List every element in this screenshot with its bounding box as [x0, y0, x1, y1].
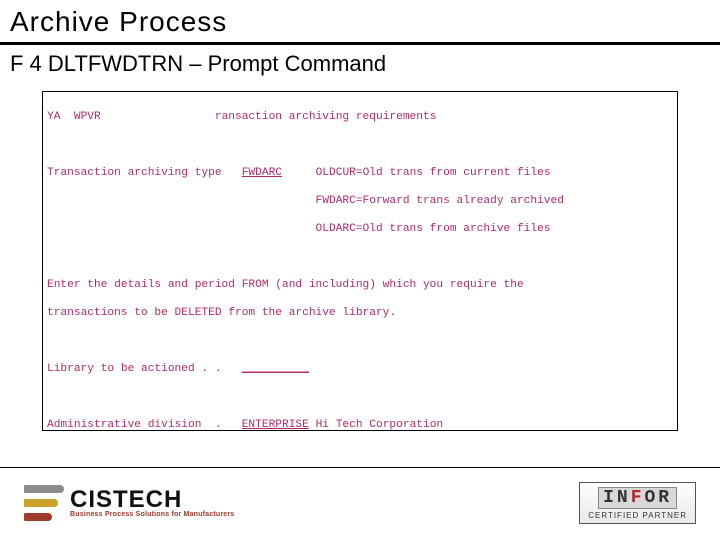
cistech-logo-text: CISTECH	[70, 489, 182, 511]
cistech-logo: CISTECH Business Process Solutions for M…	[24, 485, 234, 521]
cistech-logo-icon	[24, 485, 64, 521]
field-archiving-type[interactable]: FWDARC	[242, 167, 282, 179]
slide-subtitle: F 4 DLTFWDTRN – Prompt Command	[0, 45, 720, 79]
infor-tagline: CERTIFIED PARTNER	[588, 512, 687, 520]
infor-logo-text: INFOR	[598, 487, 677, 509]
field-library[interactable]: __________	[242, 363, 309, 375]
term-instr2: transactions to be DELETED from the arch…	[47, 306, 671, 320]
cistech-tagline: Business Process Solutions for Manufactu…	[70, 511, 234, 518]
slide-title: Archive Process	[0, 0, 720, 45]
term-header: YA WPVR ransaction archiving requirement…	[47, 110, 671, 124]
infor-logo: INFOR CERTIFIED PARTNER	[579, 482, 696, 524]
footer-divider	[0, 467, 720, 468]
field-admin-division[interactable]: ENTERPRISE	[242, 419, 309, 431]
term-type-row: Transaction archiving type FWDARC OLDCUR…	[47, 166, 671, 180]
terminal-screen: YA WPVR ransaction archiving requirement…	[42, 91, 678, 431]
term-instr1: Enter the details and period FROM (and i…	[47, 278, 671, 292]
